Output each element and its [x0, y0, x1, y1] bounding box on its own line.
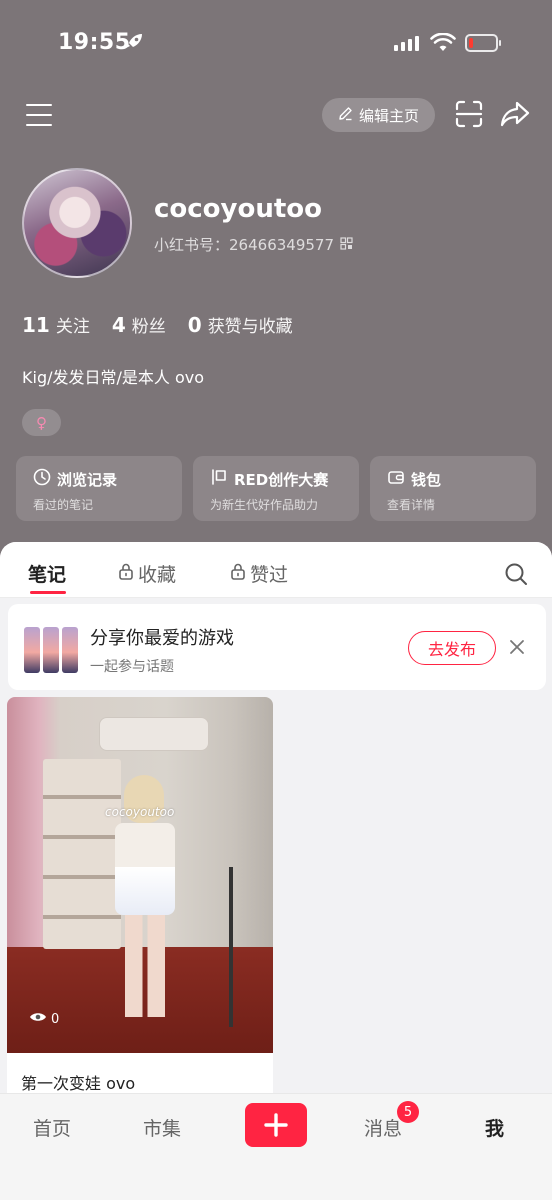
- search-icon[interactable]: [504, 562, 528, 590]
- tab-notes[interactable]: 笔记: [28, 560, 66, 587]
- stat-label: 关注: [55, 317, 90, 337]
- qrcode-icon: [340, 236, 353, 254]
- username: cocoyoutoo: [154, 194, 323, 224]
- card-subtitle: 查看详情: [387, 498, 436, 512]
- profile-header: 19:55 编辑主页 cocoyoutoo 小红书号： 26466349577 …: [0, 0, 552, 560]
- close-icon[interactable]: [508, 638, 526, 660]
- quick-cards: 浏览记录 看过的笔记 RED创作大赛 为新生代好作品助力 钱包 查看详情: [16, 456, 536, 521]
- pencil-icon: [338, 106, 353, 125]
- stat-label: 粉丝: [131, 317, 166, 337]
- female-icon: ♀: [22, 409, 61, 436]
- signal-icon: [394, 36, 419, 51]
- history-card[interactable]: 浏览记录 看过的笔记: [16, 456, 182, 521]
- red-id-prefix: 小红书号：: [154, 236, 230, 254]
- bio: Kig/发发日常/是本人 ovo: [22, 368, 205, 387]
- note-title: 第一次变娃 ovo: [21, 1074, 136, 1093]
- edit-profile-button[interactable]: 编辑主页: [322, 98, 435, 132]
- topic-banner: 分享你最爱的游戏 一起参与话题 去发布: [8, 604, 546, 690]
- lock-icon: [118, 562, 134, 585]
- plus-icon: [264, 1113, 288, 1137]
- message-badge: 5: [397, 1101, 419, 1123]
- clock-icon: [33, 468, 51, 490]
- stat-num: 0: [187, 313, 202, 337]
- nav-home[interactable]: 首页: [33, 1114, 71, 1141]
- red-id[interactable]: 小红书号： 26466349577: [154, 234, 353, 255]
- menu-icon[interactable]: [26, 104, 52, 126]
- banner-thumbnail: [24, 627, 78, 673]
- profile-stats: 11 关注 4 粉丝 0 获赞与收藏: [22, 312, 293, 337]
- content-sheet: 笔记 收藏 赞过 分享你最爱的游戏 一起参与话题 去发布 cocoyoutoo …: [0, 542, 552, 1102]
- tab-label: 收藏: [138, 564, 177, 586]
- banner-title: 分享你最爱的游戏: [90, 628, 234, 649]
- rocket-icon: [124, 32, 144, 56]
- create-button[interactable]: [245, 1103, 307, 1147]
- flag-icon: [210, 468, 228, 490]
- red-id-value: 26466349577: [229, 235, 334, 254]
- publish-button[interactable]: 去发布: [408, 631, 496, 665]
- nav-messages[interactable]: 消息: [364, 1114, 402, 1141]
- stat-likes[interactable]: 0 获赞与收藏: [188, 312, 293, 337]
- note-card[interactable]: cocoyoutoo 0 第一次变娃 ovo: [7, 697, 273, 1102]
- card-title: 浏览记录: [57, 470, 118, 489]
- card-title: 钱包: [411, 470, 442, 489]
- nav-market[interactable]: 市集: [143, 1114, 181, 1141]
- top-nav: 编辑主页: [0, 96, 552, 136]
- stat-num: 11: [22, 313, 50, 337]
- card-subtitle: 为新生代好作品助力: [210, 498, 319, 512]
- wallet-card[interactable]: 钱包 查看详情: [370, 456, 536, 521]
- tab-liked[interactable]: 赞过: [230, 560, 288, 587]
- card-title: RED创作大赛: [234, 470, 329, 489]
- banner-subtitle: 一起参与话题: [90, 659, 174, 675]
- tab-collections[interactable]: 收藏: [118, 560, 176, 587]
- bottom-nav: 首页 市集 消息 5 我: [0, 1093, 552, 1200]
- wallet-icon: [387, 468, 405, 490]
- scan-icon[interactable]: [455, 100, 483, 132]
- stat-label: 获赞与收藏: [207, 317, 293, 337]
- status-time: 19:55: [58, 30, 131, 55]
- note-image: cocoyoutoo 0: [7, 697, 273, 1053]
- eye-icon: [29, 1011, 47, 1027]
- stat-num: 4: [111, 313, 126, 337]
- status-bar: 19:55: [0, 0, 552, 90]
- note-views: 0: [29, 1011, 59, 1027]
- card-subtitle: 看过的笔记: [33, 498, 94, 512]
- tab-bar: 笔记 收藏 赞过: [0, 542, 552, 598]
- share-icon[interactable]: [500, 100, 530, 132]
- stat-followers[interactable]: 4 粉丝: [112, 312, 166, 337]
- views-count: 0: [51, 1011, 60, 1027]
- tab-label: 赞过: [250, 564, 289, 586]
- image-watermark: cocoyoutoo: [105, 805, 175, 819]
- red-contest-card[interactable]: RED创作大赛 为新生代好作品助力: [193, 456, 359, 521]
- wifi-icon: [430, 32, 456, 57]
- stat-following[interactable]: 11 关注: [22, 312, 90, 337]
- tab-label: 笔记: [28, 564, 67, 586]
- battery-level: [469, 38, 473, 48]
- nav-me[interactable]: 我: [485, 1114, 504, 1141]
- lock-icon: [230, 562, 246, 585]
- battery-icon: [465, 34, 501, 52]
- tab-underline: [30, 591, 66, 594]
- avatar[interactable]: [22, 168, 132, 278]
- edit-profile-label: 编辑主页: [358, 106, 419, 125]
